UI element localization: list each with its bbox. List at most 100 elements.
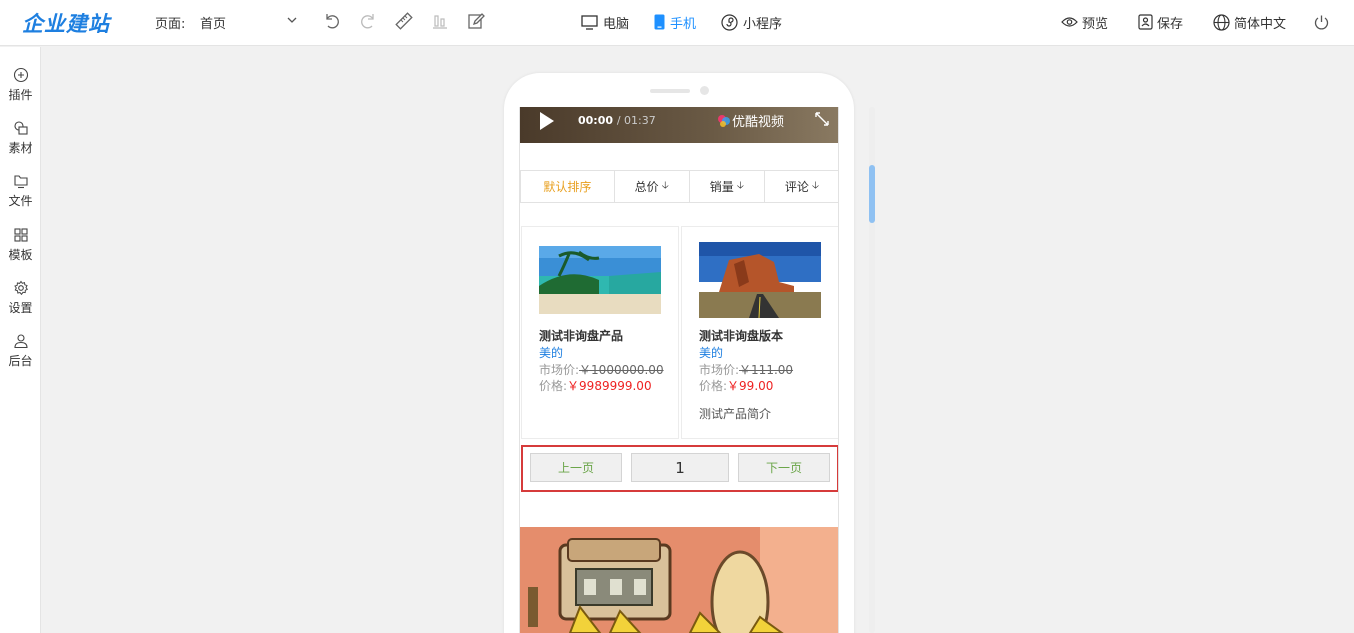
arrow-down-icon: 🡣: [661, 180, 669, 191]
preview-scrollbar[interactable]: [869, 107, 875, 633]
undo-icon[interactable]: [322, 11, 342, 31]
sort-bar: 默认排序 总价 🡣 销量 🡣 评论 🡣: [520, 170, 838, 203]
mobile-icon: [654, 14, 665, 30]
product-name[interactable]: 测试非询盘版本: [699, 327, 783, 344]
arrow-down-icon: 🡣: [736, 180, 744, 191]
monitor-icon: [581, 14, 598, 30]
device-mobile-label: 手机: [670, 16, 697, 32]
video-brand: 优酷视频: [716, 111, 784, 130]
video-current-time: 00:00: [578, 114, 614, 127]
sort-sales-label: 销量: [709, 180, 734, 194]
product-price: 价格:￥9989999.00: [539, 377, 652, 394]
material-icon: [13, 121, 28, 135]
market-price-value: ￥111.00: [739, 363, 794, 377]
power-button[interactable]: [1313, 12, 1334, 32]
arrow-down-icon: 🡣: [811, 180, 820, 191]
scrollbar-thumb[interactable]: [869, 165, 875, 223]
page-select-value: 首页: [200, 17, 227, 32]
page-number[interactable]: 1: [631, 453, 729, 482]
sidebar-item-plugins[interactable]: 插件: [0, 67, 41, 111]
pagination: 上一页 1 下一页: [521, 445, 838, 492]
product-card[interactable]: 测试非询盘产品 美的 市场价:￥1000000.00 价格:￥9989999.0…: [521, 226, 679, 439]
device-desktop-tab[interactable]: 电脑: [581, 12, 629, 32]
market-price-value: ￥1000000.00: [579, 363, 664, 377]
align-bottom-icon[interactable]: [430, 11, 450, 31]
save-icon: [1138, 14, 1153, 30]
product-price: 价格:￥99.00: [699, 377, 773, 394]
fullscreen-icon[interactable]: [814, 111, 830, 127]
video-thumbnail[interactable]: [520, 527, 838, 633]
top-toolbar: 企业建站 页面: 首页 电脑 手机 小程序 预览 保存 简体中文: [0, 0, 1354, 46]
sort-comments-label: 评论: [784, 180, 809, 194]
product-image-canyon[interactable]: [699, 242, 821, 318]
product-brand: 美的: [699, 346, 724, 360]
sidebar-item-label: 设置: [8, 301, 33, 315]
sidebar-item-files[interactable]: 文件: [0, 173, 41, 217]
sidebar-item-label: 后台: [8, 354, 33, 368]
sidebar-item-settings[interactable]: 设置: [0, 280, 41, 324]
youku-logo-icon: [718, 114, 730, 127]
save-label: 保存: [1157, 16, 1184, 32]
ruler-icon[interactable]: [394, 11, 414, 31]
price-value: ￥9989999.00: [567, 379, 652, 393]
preview-button[interactable]: 预览: [1061, 12, 1108, 32]
sidebar-item-label: 插件: [8, 88, 33, 102]
globe-icon: [1213, 13, 1230, 31]
sort-sales[interactable]: 销量 🡣: [690, 171, 765, 202]
sort-default-label: 默认排序: [543, 180, 592, 194]
sort-comments[interactable]: 评论 🡣: [765, 171, 838, 202]
play-icon[interactable]: [540, 112, 554, 130]
device-miniprogram-tab[interactable]: 小程序: [721, 12, 782, 32]
sidebar-item-materials[interactable]: 素材: [0, 120, 41, 164]
miniprogram-icon: [721, 13, 738, 31]
product-market-price: 市场价:￥111.00: [699, 361, 793, 378]
sort-price-label: 总价: [634, 180, 659, 194]
product-name[interactable]: 测试非询盘产品: [539, 327, 623, 344]
product-description: 测试产品简介: [699, 407, 772, 421]
gear-icon: [13, 280, 28, 296]
sidebar-item-backend[interactable]: 后台: [0, 333, 41, 377]
price-value: ￥99.00: [727, 379, 774, 393]
logo[interactable]: 企业建站: [22, 8, 110, 38]
page-select[interactable]: 首页: [200, 10, 302, 34]
market-price-label: 市场价:: [699, 363, 740, 377]
language-label: 简体中文: [1234, 16, 1287, 32]
price-label: 价格:: [539, 379, 568, 393]
left-sidebar: 插件 素材 文件 模板 设置 后台: [0, 47, 41, 633]
market-price-label: 市场价:: [539, 363, 580, 377]
sort-total-price[interactable]: 总价 🡣: [615, 171, 690, 202]
prev-page-button[interactable]: 上一页: [530, 453, 622, 482]
sidebar-item-label: 模板: [8, 248, 33, 262]
save-button[interactable]: 保存: [1138, 12, 1183, 32]
video-player[interactable]: 00:00 / 01:37 优酷视频: [520, 107, 838, 143]
product-image-beach[interactable]: [539, 246, 661, 314]
next-page-button[interactable]: 下一页: [738, 453, 830, 482]
sidebar-item-templates[interactable]: 模板: [0, 227, 41, 271]
cartoon-image: [520, 527, 838, 633]
phone-camera: [700, 86, 709, 95]
phone-speaker: [650, 89, 690, 93]
product-market-price: 市场价:￥1000000.00: [539, 361, 664, 378]
edit-icon[interactable]: [466, 11, 486, 31]
device-miniprogram-label: 小程序: [743, 16, 783, 32]
language-button[interactable]: 简体中文: [1213, 12, 1286, 32]
video-duration: / 01:37: [616, 114, 656, 127]
user-icon: [13, 334, 28, 349]
eye-icon: [1061, 17, 1078, 27]
page-label: 页面:: [155, 17, 186, 32]
sidebar-item-label: 素材: [8, 141, 33, 155]
product-card[interactable]: 测试非询盘版本 美的 市场价:￥111.00 价格:￥99.00 测试产品简介: [681, 226, 838, 439]
power-icon: [1314, 15, 1329, 29]
device-desktop-label: 电脑: [603, 16, 630, 32]
plus-circle-icon: [13, 67, 28, 83]
preview-label: 预览: [1082, 16, 1109, 32]
sidebar-item-label: 文件: [8, 194, 33, 208]
redo-icon[interactable]: [358, 11, 378, 31]
device-mobile-tab[interactable]: 手机: [654, 12, 696, 32]
price-label: 价格:: [699, 379, 728, 393]
folder-icon: [13, 175, 28, 189]
sort-default[interactable]: 默认排序: [521, 171, 615, 202]
product-brand: 美的: [539, 346, 564, 360]
video-time: 00:00 / 01:37: [578, 114, 656, 127]
phone-screen: 00:00 / 01:37 优酷视频 默认排序 总价 🡣 销量 🡣 评论 🡣 测试非询…: [519, 107, 839, 633]
